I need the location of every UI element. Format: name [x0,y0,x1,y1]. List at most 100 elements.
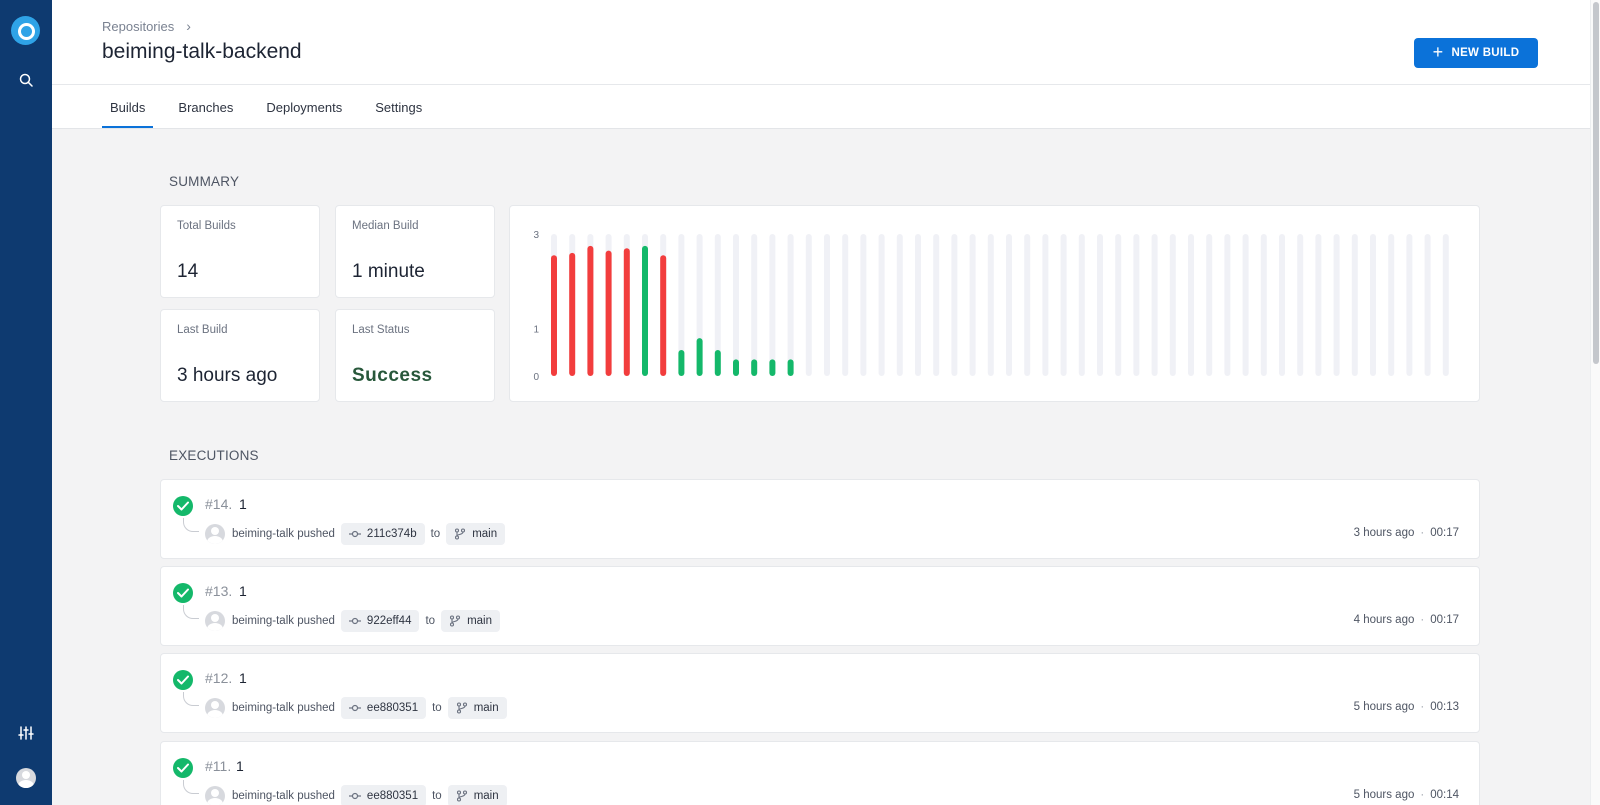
separator-dot: · [1420,527,1425,539]
chart-bar-track [1078,234,1085,376]
stat-label: Total Builds [177,220,236,232]
user-avatar[interactable] [16,768,36,788]
commit-pill[interactable]: ee880351 [340,785,427,805]
chart-bar-track [1188,234,1194,376]
chart-bar-success[interactable] [751,359,758,376]
tab-branches[interactable]: Branches [170,85,241,128]
execution-time: 4 hours ago [1353,614,1415,626]
chart-bar-track [969,234,976,376]
execution-name: 1 [239,670,247,686]
execution-time: 3 hours ago [1353,527,1415,539]
commit-sha: ee880351 [366,702,419,714]
stat-card-last-status: Last Status Success [335,309,495,402]
execution-meta: beiming-talk pushed 211c374b to main [205,523,511,545]
stat-label: Last Status [352,324,410,336]
execution-row[interactable]: #12. 1 beiming-talk pushed ee880351 to m… [160,653,1480,733]
chart-bar-failure[interactable] [623,248,630,376]
tab-builds[interactable]: Builds [102,85,154,128]
commit-sha: 211c374b [366,528,417,540]
stat-card-last-build: Last Build 3 hours ago [160,309,320,402]
commit-pill[interactable]: 211c374b [340,523,425,545]
page-title: beiming-talk-backend [102,40,302,63]
execution-to: to [432,702,442,714]
stat-card-median-build: Median Build 1 minute [335,205,495,298]
chart-bar-track [1133,234,1140,376]
execution-timing: 5 hours ago · 00:13 [1354,701,1459,713]
chart-bar-track [1424,234,1431,376]
chart-bar-success[interactable] [787,359,794,376]
chart-bar-track [1097,234,1103,376]
breadcrumb: Repositories › [102,18,191,34]
stat-value: 3 hours ago [177,365,278,386]
chart-bar-track [733,234,739,376]
execution-number: #13. [205,583,233,599]
breadcrumb-repositories-link[interactable]: Repositories [102,19,174,34]
execution-row[interactable]: #14. 1 beiming-talk pushed 211c374b to m… [160,479,1480,559]
separator-dot: · [1420,701,1425,713]
chart-bar-success[interactable] [733,359,739,376]
execution-row[interactable]: #11. 1 beiming-talk pushed ee880351 to m… [160,741,1480,805]
branch-pill[interactable]: main [447,785,507,805]
branch-icon [450,615,461,627]
tab-settings[interactable]: Settings [367,85,430,128]
tab-deployments[interactable]: Deployments [258,85,350,128]
avatar [205,611,225,631]
chart-bar-track [987,234,994,376]
commit-sha: ee880351 [366,790,419,802]
execution-row[interactable]: #13. 1 beiming-talk pushed 922eff44 to m… [160,566,1480,646]
scrollbar-thumb[interactable] [1593,2,1599,364]
chart-bar-success[interactable] [769,359,776,376]
execution-to: to [432,790,442,802]
new-build-label: NEW BUILD [1451,47,1520,59]
page-scrollbar[interactable] [1590,0,1600,805]
chart-bar-success[interactable] [696,338,703,376]
branch-pill[interactable]: main [446,523,506,545]
chart-bar-track [824,234,830,376]
execution-meta: beiming-talk pushed ee880351 to main [205,697,513,719]
chart-bar-success[interactable] [714,349,721,376]
chart-bar-failure[interactable] [605,250,612,376]
header: Repositories › beiming-talk-backend + NE… [52,0,1590,128]
commit-sha: 922eff44 [366,615,412,627]
tab-bar: Builds Branches Deployments Settings [102,85,447,128]
chart-bar-failure[interactable] [660,255,667,376]
avatar [205,698,225,718]
branch-pill[interactable]: main [447,697,507,719]
chart-bar-track [1060,234,1067,376]
new-build-button[interactable]: + NEW BUILD [1414,38,1538,68]
chart-bar-track [769,234,776,376]
chart-bar-failure[interactable] [569,252,576,376]
separator-dot: · [1420,614,1425,626]
y-tick-label: 0 [533,372,539,383]
chart-bar-success[interactable] [678,349,685,376]
chart-bar-track [1279,234,1285,376]
connector-line [183,780,199,794]
execution-to: to [430,528,441,540]
chart-bar-success[interactable] [642,245,648,376]
chart-bar-track [1224,234,1231,376]
execution-number: #14. [205,496,233,512]
build-history-chart: 0 1 3 [509,205,1480,402]
chart-bar-track [1260,234,1267,376]
execution-timing: 5 hours ago · 00:14 [1354,789,1459,801]
executions-label: EXECUTIONS [169,448,259,463]
sliders-icon[interactable] [14,721,38,745]
execution-duration: 00:13 [1430,701,1459,713]
search-icon[interactable] [14,68,38,92]
success-check-icon [173,670,193,690]
commit-pill[interactable]: 922eff44 [340,610,420,632]
branch-pill[interactable]: main [441,610,501,632]
chart-bar-track [1169,234,1176,376]
chart-bar-track [1115,234,1122,376]
chart-bar-track [1024,234,1031,376]
execution-actor: beiming-talk pushed [232,702,335,714]
execution-number: #11. [205,758,232,774]
execution-actor: beiming-talk pushed [232,790,335,802]
commit-pill[interactable]: ee880351 [340,697,427,719]
execution-actor: beiming-talk pushed [232,528,335,540]
chart-bar-track [805,234,812,376]
chart-bar-failure[interactable] [587,245,594,376]
chart-bar-failure[interactable] [551,255,557,376]
chart-bar-track [1206,234,1213,376]
logo-icon[interactable] [11,16,40,45]
